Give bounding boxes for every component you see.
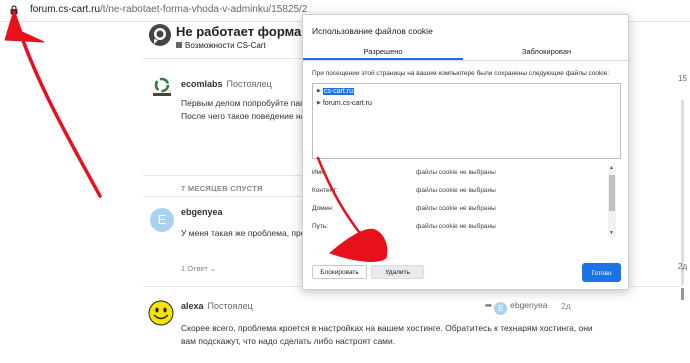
- scroll-down-icon[interactable]: ▼: [609, 230, 614, 236]
- ecomlabs-avatar[interactable]: [150, 76, 174, 100]
- url-path: /t/ne-rabotaet-forma-vhoda-v-adminku/158…: [100, 4, 308, 15]
- post-text-line: Первым делом попробуйте папку: [181, 98, 313, 108]
- expand-arrow-icon[interactable]: ▶: [317, 100, 321, 106]
- tab-blocked[interactable]: Заблокирован: [465, 43, 628, 60]
- reply-to-avatar: E: [494, 302, 508, 315]
- cookie-info-text: При посещении этой страницы на вашем ком…: [312, 70, 610, 77]
- divider: [143, 196, 303, 197]
- alexa-avatar[interactable]: [148, 300, 174, 326]
- block-button[interactable]: Блокировать: [312, 265, 367, 279]
- delete-button[interactable]: Удалить: [371, 265, 424, 279]
- topic-category[interactable]: Возможности CS-Cart: [176, 41, 266, 50]
- post-text-line: После чего такое поведение нача: [181, 111, 315, 121]
- author-role: Постоялец: [226, 79, 272, 89]
- done-button[interactable]: Готово: [582, 263, 621, 282]
- detail-row: Путь: файлы cookie не выбраны: [312, 223, 496, 230]
- post-author[interactable]: ebgenyea: [181, 207, 223, 217]
- author-role: Постоялец: [207, 301, 253, 311]
- lock-icon[interactable]: [10, 5, 18, 15]
- chevron-down-icon: ⌄: [209, 264, 217, 273]
- timeline-rail[interactable]: [681, 100, 684, 285]
- cookie-site-tree[interactable]: ▶ cs-cart.ru ▶ forum.cs-cart.ru: [312, 83, 621, 159]
- replies-toggle[interactable]: 1 Ответ ⌄: [181, 264, 216, 273]
- tree-item-cs-cart[interactable]: ▶ cs-cart.ru: [317, 88, 355, 95]
- tree-item-forum[interactable]: ▶ forum.cs-cart.ru: [317, 100, 372, 107]
- url-text[interactable]: forum.cs-cart.ru/t/ne-rabotaet-forma-vho…: [30, 4, 307, 15]
- details-scrollbar[interactable]: ▲ ▼: [608, 165, 616, 237]
- url-host: forum.cs-cart.ru: [30, 4, 101, 15]
- timeline-handle[interactable]: [681, 288, 684, 300]
- reply-to-link[interactable]: ➦ Eebgenyea: [485, 300, 547, 315]
- tabs-divider: [303, 60, 628, 61]
- site-logo-icon[interactable]: [148, 23, 172, 47]
- timeline-position: 15: [678, 74, 687, 83]
- scroll-up-icon[interactable]: ▲: [609, 165, 614, 171]
- post-text-line: У меня такая же проблема, пробл: [181, 228, 315, 238]
- detail-row: Контент: файлы cookie не выбраны: [312, 187, 496, 194]
- category-square-icon: [176, 42, 182, 48]
- divider: [143, 58, 303, 59]
- expand-arrow-icon[interactable]: ▶: [317, 88, 321, 94]
- category-label: Возможности CS-Cart: [185, 41, 266, 50]
- reply-arrow-icon: ➦: [485, 300, 493, 310]
- post-author[interactable]: ecomlabs Постоялец: [181, 79, 272, 89]
- scroll-thumb[interactable]: [609, 175, 615, 211]
- detail-row: Имя: файлы cookie не выбраны: [312, 169, 496, 176]
- detail-row: Домен: файлы cookie не выбраны: [312, 205, 496, 212]
- topic-title[interactable]: Не работает форма вх: [176, 24, 320, 39]
- dialog-title: Использование файлов cookie: [312, 26, 433, 36]
- post-author[interactable]: alexa Постоялец: [181, 301, 253, 311]
- tab-allowed[interactable]: Разрешено: [303, 43, 463, 60]
- post-text-line: вам подскажут, что надо сделать либо нас…: [181, 336, 396, 346]
- ebgenyea-avatar[interactable]: E: [150, 208, 174, 232]
- time-gap-label: 7 МЕСЯЦЕВ СПУСТЯ: [181, 184, 263, 193]
- cookie-dialog: Использование файлов cookie Разрешено За…: [302, 14, 629, 290]
- post-text-line: Скорее всего, проблема кроется в настрой…: [181, 323, 593, 333]
- post-date[interactable]: 2д: [561, 301, 571, 311]
- reply-to-name: ebgenyea: [510, 300, 548, 310]
- divider: [143, 175, 303, 176]
- annotation-arrow-top: [4, 8, 102, 198]
- cookie-details: Имя: файлы cookie не выбраны Контент: файл…: [312, 165, 621, 237]
- timeline-date: 2д: [678, 262, 688, 271]
